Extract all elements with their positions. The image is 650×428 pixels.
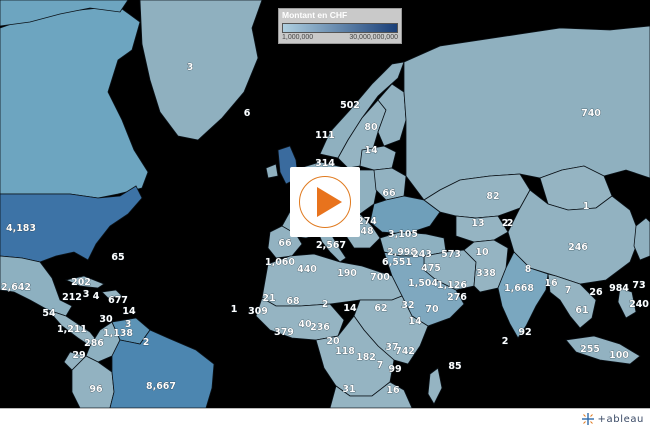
value-label-senegal: 309 [248, 306, 268, 317]
color-legend: Montant en CHF 1,000,000 30,000,000,000 [278, 8, 402, 44]
value-label-algeria: 440 [297, 264, 317, 275]
legend-min-label: 1,000,000 [282, 34, 314, 41]
value-label-afghanistan: 10 [475, 247, 489, 258]
value-label-iceland: 6 [244, 108, 251, 119]
value-label-guyana: 3 [125, 319, 132, 330]
footer-bar: +ableau [0, 408, 650, 428]
value-label-russia: 740 [581, 108, 601, 119]
value-label-colombia: 286 [84, 338, 104, 349]
value-label-iran: 573 [441, 249, 461, 260]
value-label-mozambique: 16 [386, 385, 400, 396]
value-label-libya: 190 [337, 268, 357, 279]
value-label-finland: 80 [364, 122, 378, 133]
value-label-israel: 6,551 [382, 257, 412, 268]
value-label-greece: 274 [357, 216, 377, 227]
value-label-vietnam: 26 [589, 287, 603, 298]
value-label-costarica: 1,211 [57, 324, 87, 335]
value-label-mongolia: 1 [583, 201, 590, 212]
value-label-sudan: 62 [374, 303, 387, 314]
value-label-bahamas: 65 [111, 252, 124, 263]
value-label-philippines: 240 [629, 299, 649, 310]
value-label-mauritania: 21 [262, 293, 275, 304]
value-label-uzbekistan: 13 [471, 218, 484, 229]
value-label-kazakhstan: 82 [486, 191, 499, 202]
value-label-kuwait: 475 [421, 263, 441, 274]
value-label-malta: 2,567 [316, 240, 346, 251]
value-label-ivorycoast: 379 [274, 327, 294, 338]
value-label-yemen: 70 [425, 304, 439, 315]
tableau-brand-link[interactable]: +ableau [581, 411, 644, 427]
value-label-uae: 1,126 [437, 280, 467, 291]
tableau-wordmark: +ableau [597, 413, 644, 425]
value-label-pakistan: 338 [476, 268, 496, 279]
value-label-somalia: 85 [448, 361, 461, 372]
value-label-thailand: 61 [575, 305, 588, 316]
value-label-cyprus: 48 [360, 226, 374, 237]
country-russia[interactable] [403, 25, 650, 201]
value-label-oman: 276 [447, 292, 467, 303]
value-label-india: 1,668 [504, 283, 534, 294]
value-label-sweden: 111 [315, 130, 335, 141]
value-label-mexico: 2,642 [1, 282, 31, 293]
value-label-china: 246 [568, 242, 588, 253]
value-label-ukraine: 3,105 [388, 229, 418, 240]
legend-max-label: 30,000,000,000 [349, 34, 398, 41]
value-label-eritrea: 32 [401, 300, 414, 311]
value-label-egypt: 700 [370, 272, 390, 283]
value-label-trinidad: 14 [122, 306, 136, 317]
value-label-haiti: 3 [83, 289, 90, 300]
value-label-hongkong: 984 [609, 283, 629, 294]
value-label-iraq: 243 [412, 249, 432, 260]
value-label-peru: 96 [89, 384, 103, 395]
value-label-zambia: 7 [377, 360, 384, 371]
value-label-morocco: 1,060 [265, 257, 295, 268]
play-icon [317, 187, 342, 217]
value-label-drc: 182 [356, 352, 376, 363]
value-label-belarus: 66 [382, 188, 396, 199]
value-label-taiwan: 73 [632, 280, 645, 291]
play-button[interactable] [290, 167, 360, 237]
value-label-suriname: 2 [143, 337, 150, 348]
value-label-myanmar: 7 [565, 285, 572, 296]
value-label-mali: 68 [286, 296, 300, 307]
value-label-jamaica: 212 [62, 292, 82, 303]
value-label-chad: 14 [343, 303, 357, 314]
value-label-ethiopia: 14 [408, 316, 422, 327]
value-label-indonesia: 100 [609, 350, 629, 361]
value-label-saudi: 1,504 [408, 278, 438, 289]
value-label-southafrica: 31 [342, 384, 355, 395]
value-label-malaysia: 255 [580, 344, 600, 355]
value-label-tanzania: 99 [388, 364, 401, 375]
value-label-tunisia: 66 [278, 238, 292, 249]
value-label-dominican: 4 [93, 291, 100, 302]
value-label-nigeria: 236 [310, 322, 330, 333]
value-label-uganda: 37 [385, 342, 398, 353]
value-label-brazil: 8,667 [146, 381, 176, 392]
value-label-usa: 4,183 [6, 223, 36, 234]
value-label-cuba: 202 [71, 277, 91, 288]
value-label-spain: 2 [502, 218, 509, 229]
value-label-greenland: 3 [187, 62, 194, 73]
value-label-niger: 2 [322, 299, 329, 310]
value-label-nepal: 8 [525, 264, 532, 275]
value-label-panama: 30 [99, 314, 113, 325]
legend-gradient-bar [282, 23, 398, 33]
value-label-ghana: 40 [298, 319, 312, 330]
value-label-angola: 118 [335, 346, 355, 357]
value-label-ecuador: 29 [72, 350, 85, 361]
value-label-estonia: 14 [364, 145, 378, 156]
value-label-bangladesh: 16 [544, 278, 558, 289]
value-label-maldives: 2 [502, 336, 509, 347]
value-label-lesser-antilles: 677 [108, 295, 128, 306]
value-label-srilanka: 92 [518, 327, 531, 338]
value-label-norway: 502 [340, 100, 360, 111]
value-label-guatemala: 54 [42, 308, 56, 319]
value-label-capeverde: 1 [231, 304, 238, 315]
tableau-logo-icon [581, 413, 594, 425]
legend-title: Montant en CHF [282, 10, 348, 20]
